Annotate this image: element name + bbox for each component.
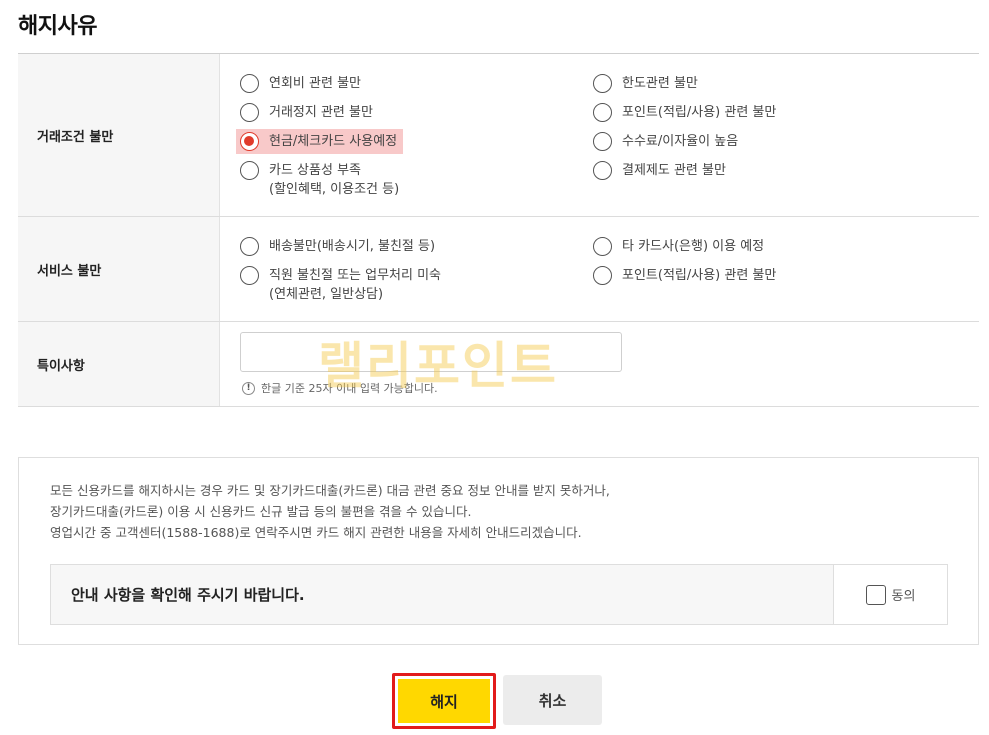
notice-line: 영업시간 중 고객센터(1588-1688)로 연락주시면 카드 해지 관련한 … [50,525,582,540]
agree-label: 동의 [891,589,916,604]
page-title: 해지사유 [18,14,97,39]
notice-line: 장기카드대출(카드론) 이용 시 신용카드 신규 발급 등의 불편을 겪을 수 … [50,504,472,519]
trade-options: 연회비 관련 불만 한도관련 불만 거래정지 관련 불만 포인트(적립/사용) … [220,54,979,216]
option-cash-check-card[interactable]: 현금/체크카드 사용예정 [236,129,404,154]
option-label: 포인트(적립/사용) 관련 불만 [622,268,777,283]
service-options: 배송불만(배송시기, 불친절 등) 타 카드사(은행) 이용 예정 직원 불친절… [220,217,979,321]
option-other-card-company[interactable]: 타 카드사(은행) 이용 예정 [593,237,764,256]
option-suspension[interactable]: 거래정지 관련 불만 [240,103,373,122]
notice-box: 모든 신용카드를 해지하시는 경우 카드 및 장기카드대출(카드론) 대금 관련… [18,457,979,645]
option-limit[interactable]: 한도관련 불만 [593,74,698,93]
radio-icon[interactable] [240,103,259,122]
note-input[interactable] [240,332,622,372]
cancel-button[interactable]: 취소 [503,675,602,725]
option-main-text: 카드 상품성 부족 [269,163,361,178]
checkbox-icon[interactable] [865,584,886,605]
service-row: 서비스 불만 배송불만(배송시기, 불친절 등) 타 카드사(은행) 이용 예정… [18,217,979,322]
radio-checked-icon[interactable] [240,132,259,151]
notice-line: 모든 신용카드를 해지하시는 경우 카드 및 장기카드대출(카드론) 대금 관련… [50,483,610,498]
option-annual-fee[interactable]: 연회비 관련 불만 [240,74,361,93]
notice-text: 모든 신용카드를 해지하시는 경우 카드 및 장기카드대출(카드론) 대금 관련… [50,480,610,543]
option-label: 연회비 관련 불만 [269,76,361,91]
option-staff-unkind[interactable]: 직원 불친절 또는 업무처리 미숙 (연체관련, 일반상담) [240,266,441,304]
radio-icon[interactable] [240,74,259,93]
trade-row-label: 거래조건 불만 [18,54,220,216]
info-icon: ! [242,381,255,395]
option-label: 한도관련 불만 [622,76,698,91]
option-sub-text: (연체관련, 일반상담) [269,287,384,302]
option-label: 거래정지 관련 불만 [269,105,373,120]
confirm-label: 안내 사항을 확인해 주시기 바랍니다. [71,586,305,604]
radio-icon[interactable] [593,103,612,122]
option-delivery[interactable]: 배송불만(배송시기, 불친절 등) [240,237,435,256]
terminate-button-highlight: 해지 [392,673,496,729]
option-label: 현금/체크카드 사용예정 [269,134,398,149]
note-hint-text: 한글 기준 25자 이내 입력 가능합니다. [261,382,438,395]
confirm-bar: 안내 사항을 확인해 주시기 바랍니다. 동의 [50,564,948,625]
option-label: 수수료/이자율이 높음 [622,134,739,149]
note-row: 특이사항 ! 한글 기준 25자 이내 입력 가능합니다. [18,322,979,407]
option-sub-text: (할인혜택, 이용조건 등) [269,182,400,197]
option-main-text: 직원 불친절 또는 업무처리 미숙 [269,268,442,283]
option-label: 결제제도 관련 불만 [622,163,726,178]
service-row-label: 서비스 불만 [18,217,220,321]
terminate-button[interactable]: 해지 [398,679,490,723]
trade-row: 거래조건 불만 연회비 관련 불만 한도관련 불만 거래정지 관련 불만 포인트… [18,54,979,217]
radio-icon[interactable] [240,237,259,256]
radio-icon[interactable] [240,161,259,180]
radio-icon[interactable] [593,74,612,93]
reason-table: 거래조건 불만 연회비 관련 불만 한도관련 불만 거래정지 관련 불만 포인트… [18,53,979,407]
option-label: 직원 불친절 또는 업무처리 미숙 (연체관련, 일반상담) [269,266,441,304]
option-product-lack[interactable]: 카드 상품성 부족 (할인혜택, 이용조건 등) [240,161,399,199]
note-row-label: 특이사항 [18,322,220,406]
option-fees-interest[interactable]: 수수료/이자율이 높음 [593,132,738,151]
option-label: 타 카드사(은행) 이용 예정 [622,239,765,254]
radio-icon[interactable] [593,161,612,180]
radio-icon[interactable] [593,132,612,151]
radio-icon[interactable] [240,266,259,285]
agree-checkbox-area[interactable]: 동의 [833,565,947,624]
option-label: 포인트(적립/사용) 관련 불만 [622,105,777,120]
option-service-points[interactable]: 포인트(적립/사용) 관련 불만 [593,266,776,285]
note-hint: ! 한글 기준 25자 이내 입력 가능합니다. [242,380,438,396]
option-points[interactable]: 포인트(적립/사용) 관련 불만 [593,103,776,122]
option-label: 카드 상품성 부족 (할인혜택, 이용조건 등) [269,161,399,199]
radio-icon[interactable] [593,237,612,256]
radio-icon[interactable] [593,266,612,285]
note-body: ! 한글 기준 25자 이내 입력 가능합니다. [220,322,979,406]
option-payment-system[interactable]: 결제제도 관련 불만 [593,161,726,180]
option-label: 배송불만(배송시기, 불친절 등) [269,239,436,254]
